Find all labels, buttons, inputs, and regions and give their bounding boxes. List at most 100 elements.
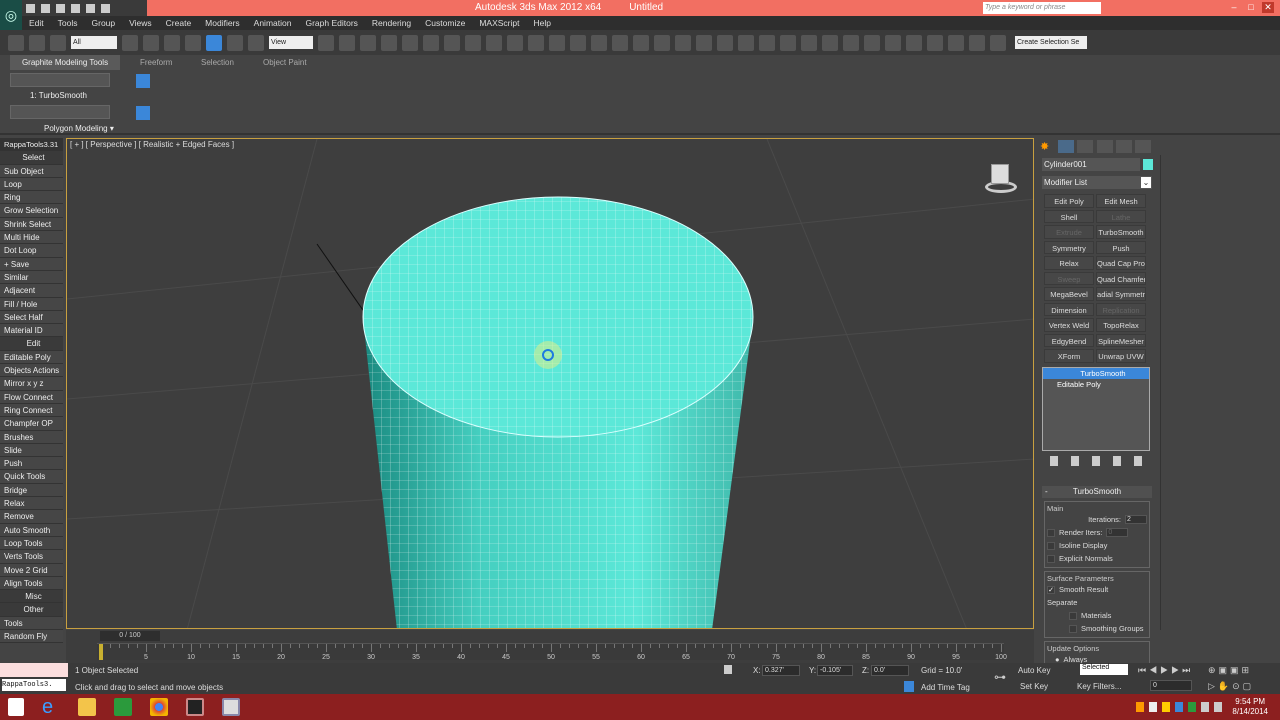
sidebar-item-fill-hole[interactable]: Fill / Hole bbox=[0, 297, 63, 311]
script-tool-icon[interactable] bbox=[465, 34, 481, 51]
sidebar-item-relax[interactable]: Relax bbox=[0, 497, 63, 511]
sidebar-item-editable-poly[interactable]: Editable Poly bbox=[0, 350, 63, 365]
smooth-result-checkbox[interactable]: ✓ bbox=[1047, 585, 1055, 594]
script-tool-icon[interactable] bbox=[759, 34, 775, 51]
script-tool-icon[interactable] bbox=[612, 34, 628, 51]
sidebar-item-auto-smooth[interactable]: Auto Smooth bbox=[0, 523, 63, 537]
modifier-button-splinemesher[interactable]: SplineMesher bbox=[1096, 333, 1146, 347]
modifier-button-vertex-weld[interactable]: Vertex Weld bbox=[1044, 318, 1094, 332]
search-input[interactable]: Type a keyword or phrase bbox=[983, 2, 1101, 14]
3dsmax-taskbar-icon[interactable] bbox=[186, 698, 204, 716]
sidebar-item-push[interactable]: Push bbox=[0, 457, 63, 471]
script-tool-icon[interactable] bbox=[801, 34, 817, 51]
tab-selection[interactable]: Selection bbox=[201, 58, 234, 67]
menu-help[interactable]: Help bbox=[526, 18, 557, 28]
current-frame-field[interactable]: 0 bbox=[1150, 680, 1192, 691]
polygon-tools-row[interactable] bbox=[10, 73, 110, 87]
modifier-button-unwrap-uvw[interactable]: Unwrap UVW bbox=[1096, 349, 1146, 363]
link-icon[interactable] bbox=[8, 34, 24, 51]
selection-filter-dropdown[interactable]: All bbox=[71, 36, 117, 49]
chrome-icon[interactable] bbox=[150, 698, 168, 716]
angle-snap-icon[interactable] bbox=[402, 34, 418, 51]
bind-space-warp-icon[interactable] bbox=[50, 34, 66, 51]
z-field[interactable]: 0.0' bbox=[871, 665, 909, 676]
time-slider[interactable]: 0 / 100 bbox=[100, 631, 160, 641]
sidebar-item-ring[interactable]: Ring bbox=[0, 191, 63, 205]
tray-icon[interactable] bbox=[1162, 702, 1171, 712]
app-logo-icon[interactable]: ◎ bbox=[0, 0, 22, 30]
polygon-modeling-panel[interactable]: Polygon Modeling ▾ bbox=[44, 124, 114, 133]
menu-rendering[interactable]: Rendering bbox=[365, 18, 418, 28]
tray-icon[interactable] bbox=[1188, 702, 1197, 712]
maxscript-mini-listener[interactable] bbox=[0, 663, 68, 677]
utilities-tab-icon[interactable] bbox=[1135, 140, 1151, 153]
modifier-button-xform[interactable]: XForm bbox=[1044, 349, 1094, 363]
modifier-button-extrude[interactable]: Extrude bbox=[1044, 225, 1094, 239]
viewport-label[interactable]: [ + ] [ Perspective ] [ Realistic + Edge… bbox=[70, 140, 234, 149]
sidebar-item-multi-hide[interactable]: Multi Hide bbox=[0, 231, 63, 245]
maximize-button[interactable]: □ bbox=[1245, 2, 1257, 13]
menu-tools[interactable]: Tools bbox=[51, 18, 85, 28]
modifier-button-turbosmooth[interactable]: TurboSmooth bbox=[1096, 225, 1146, 239]
sidebar-item-brushes[interactable]: Brushes bbox=[0, 430, 63, 444]
keyboard-shortcut-icon[interactable] bbox=[360, 34, 376, 51]
snap-icon[interactable] bbox=[381, 34, 397, 51]
stack-up-icon[interactable] bbox=[136, 106, 150, 120]
modifier-button-relax[interactable]: Relax bbox=[1044, 256, 1094, 270]
percent-snap-icon[interactable] bbox=[423, 34, 439, 51]
script-tool-icon[interactable] bbox=[507, 34, 523, 51]
script-tool-icon[interactable] bbox=[885, 34, 901, 51]
modifier-button-dimension[interactable]: Dimension bbox=[1044, 302, 1094, 316]
make-unique-icon[interactable] bbox=[1091, 456, 1100, 466]
polygon-tools-row-2[interactable] bbox=[10, 105, 110, 119]
explicit-normals-checkbox[interactable] bbox=[1047, 554, 1055, 563]
playback-controls[interactable]: ⏮◀▶▶⏭ bbox=[1138, 665, 1193, 676]
sidebar-item-champfer-op[interactable]: Champfer OP bbox=[0, 417, 63, 431]
sidebar-item-material-id[interactable]: Material ID bbox=[0, 324, 63, 338]
sidebar-item-bridge[interactable]: Bridge bbox=[0, 483, 63, 498]
lock-icon[interactable] bbox=[724, 665, 732, 674]
sidebar-item-shrink-select[interactable]: Shrink Select bbox=[0, 217, 63, 232]
sidebar-item-remove[interactable]: Remove bbox=[0, 510, 63, 524]
file-explorer-icon[interactable] bbox=[78, 698, 96, 716]
sidebar-item-ring-connect[interactable]: Ring Connect bbox=[0, 403, 63, 418]
sidebar-item-flow-connect[interactable]: Flow Connect bbox=[0, 390, 63, 404]
remove-modifier-icon[interactable] bbox=[1112, 456, 1121, 466]
windows-start-icon[interactable] bbox=[8, 698, 24, 716]
viewcube-icon[interactable] bbox=[979, 161, 1019, 199]
volume-icon[interactable] bbox=[1214, 702, 1223, 712]
key-icon[interactable]: ⊶ bbox=[994, 670, 1006, 684]
set-key-button[interactable]: Set Key bbox=[1020, 682, 1048, 691]
network-icon[interactable] bbox=[1201, 702, 1210, 712]
key-filters-button[interactable]: Key Filters... bbox=[1077, 682, 1121, 691]
tab-graphite-modeling-tools[interactable]: Graphite Modeling Tools bbox=[10, 55, 120, 70]
script-tool-icon[interactable] bbox=[696, 34, 712, 51]
modifier-list-dropdown[interactable]: Modifier List ⌄ bbox=[1042, 176, 1152, 189]
modifier-button-shell[interactable]: Shell bbox=[1044, 209, 1094, 223]
rotate-icon[interactable] bbox=[227, 34, 243, 51]
select-by-name-icon[interactable] bbox=[143, 34, 159, 51]
sidebar-item-align-tools[interactable]: Align Tools bbox=[0, 576, 63, 591]
script-tool-icon[interactable] bbox=[927, 34, 943, 51]
script-tool-icon[interactable] bbox=[864, 34, 880, 51]
pin-stack-icon[interactable] bbox=[136, 74, 150, 88]
cylinder-object[interactable] bbox=[362, 196, 754, 629]
menu-animation[interactable]: Animation bbox=[247, 18, 299, 28]
modifier-button-edit-poly[interactable]: Edit Poly bbox=[1044, 194, 1094, 208]
sidebar-item-dot-loop[interactable]: Dot Loop bbox=[0, 244, 63, 258]
tray-icon[interactable] bbox=[1136, 702, 1145, 712]
sidebar-item-tools[interactable]: Tools bbox=[0, 616, 63, 630]
sidebar-item-save[interactable]: + Save bbox=[0, 257, 63, 271]
smoothing-groups-checkbox[interactable] bbox=[1069, 624, 1077, 633]
menu-views[interactable]: Views bbox=[122, 18, 159, 28]
sidebar-item-quick-tools[interactable]: Quick Tools bbox=[0, 470, 63, 484]
manipulate-icon[interactable] bbox=[339, 34, 355, 51]
isoline-checkbox[interactable] bbox=[1047, 541, 1055, 550]
rect-selection-icon[interactable] bbox=[164, 34, 180, 51]
sidebar-item-slide[interactable]: Slide bbox=[0, 443, 63, 458]
materials-checkbox[interactable] bbox=[1069, 611, 1077, 620]
ref-coord-dropdown[interactable]: View bbox=[269, 36, 313, 49]
render-iters-spinner[interactable]: 0 bbox=[1106, 528, 1129, 537]
script-tool-icon[interactable] bbox=[780, 34, 796, 51]
sidebar-item-grow-selection[interactable]: Grow Selection bbox=[0, 204, 63, 218]
